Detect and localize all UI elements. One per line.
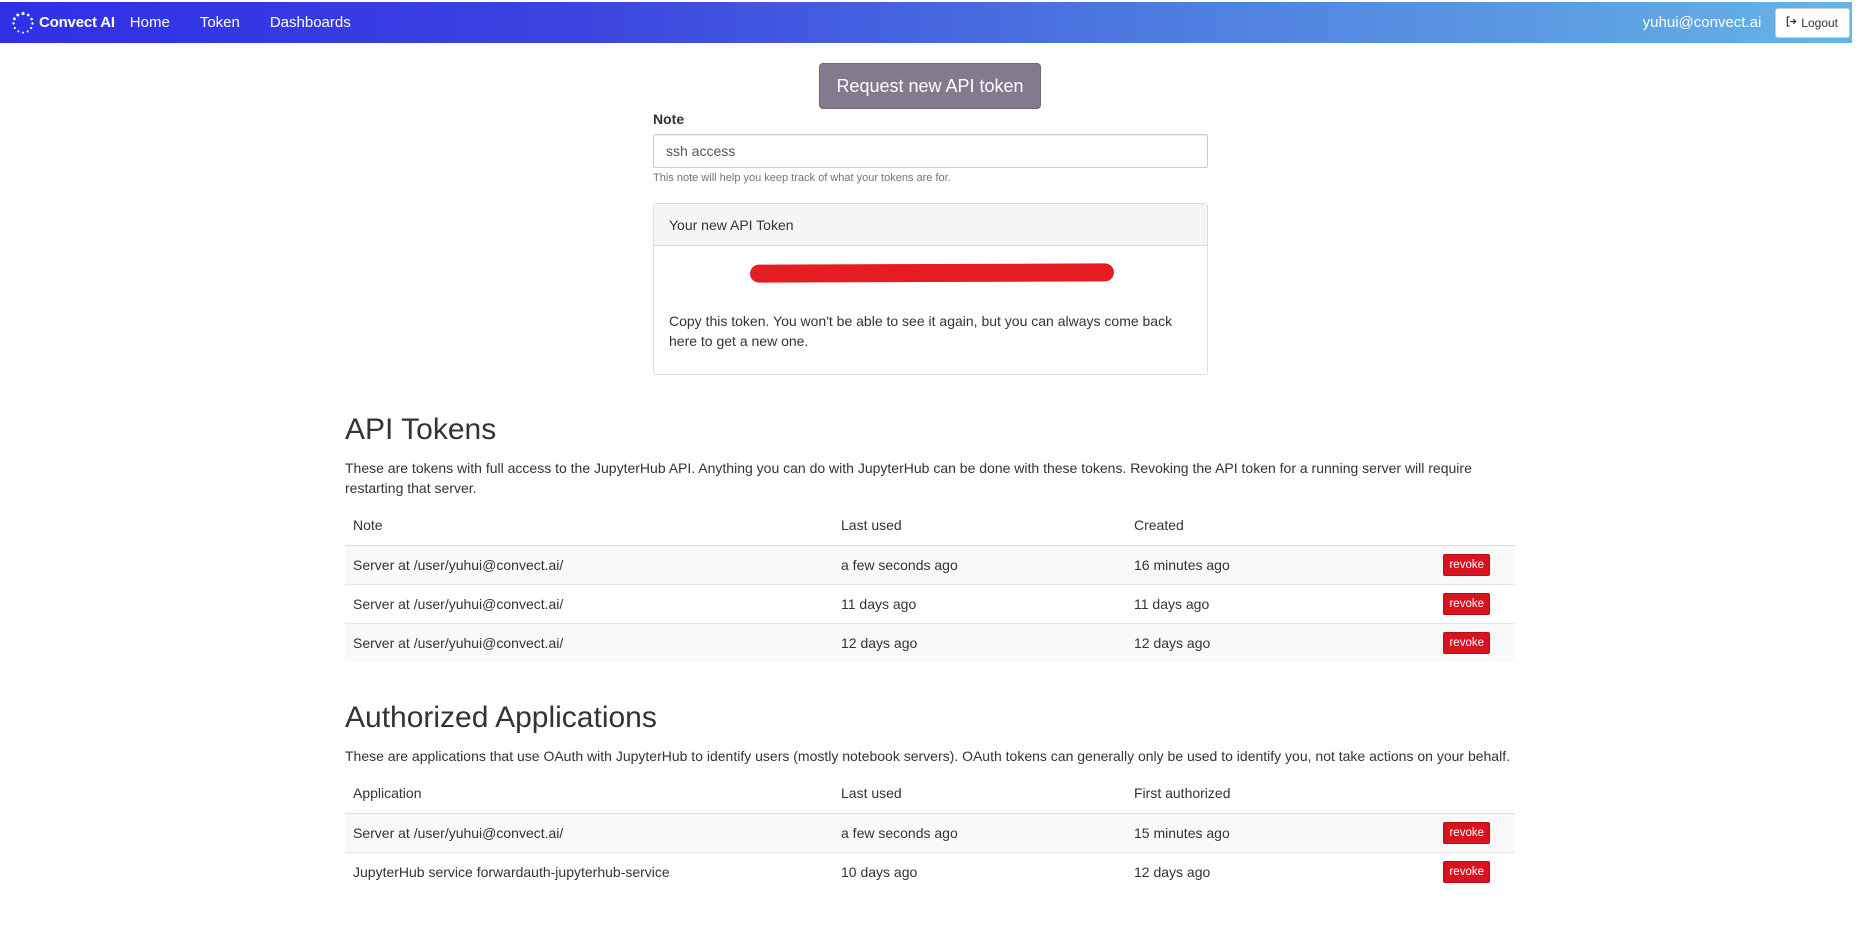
token-note: Server at /user/yuhui@convect.ai/: [345, 544, 833, 584]
token-created: 12 days ago: [1126, 622, 1426, 662]
column-header-last-used: Last used: [833, 776, 1126, 814]
api-tokens-table: Note Last used Created Server at /user/y…: [345, 508, 1515, 662]
token-action-cell: revoke: [1426, 583, 1515, 623]
token-note: Server at /user/yuhui@convect.ai/: [345, 583, 833, 623]
brand-home-link[interactable]: Convect AI: [11, 2, 115, 43]
authorized-apps-table: Application Last used First authorized S…: [345, 776, 1515, 891]
authorized-apps-section: Authorized Applications These are applic…: [345, 700, 1515, 891]
app-action-cell: revoke: [1426, 851, 1515, 891]
revoke-button[interactable]: revoke: [1443, 553, 1490, 576]
api-tokens-title: API Tokens: [345, 413, 497, 446]
column-header-action: [1426, 508, 1515, 546]
redacted-token-value: [749, 263, 1115, 283]
logout-button[interactable]: Logout: [1775, 7, 1850, 38]
note-help-text: This note will help you keep track of wh…: [653, 172, 951, 184]
sign-out-icon: [1786, 15, 1797, 30]
brand-name: Convect AI: [39, 14, 115, 31]
request-new-token-button[interactable]: Request new API token: [819, 63, 1041, 109]
app-action-cell: revoke: [1426, 812, 1515, 852]
token-last-used: 11 days ago: [833, 583, 1126, 623]
note-input[interactable]: [653, 134, 1208, 168]
column-header-last-used: Last used: [833, 508, 1126, 546]
logout-label: Logout: [1801, 15, 1838, 30]
authorized-apps-title: Authorized Applications: [345, 701, 657, 734]
revoke-button[interactable]: revoke: [1443, 860, 1490, 883]
token-action-cell: revoke: [1426, 544, 1515, 584]
table-row: JupyterHub service forwardauth-jupyterhu…: [345, 851, 1515, 891]
column-header-first-authorized: First authorized: [1126, 776, 1426, 814]
convect-logo-icon: [12, 11, 34, 34]
column-header-action: [1426, 776, 1515, 814]
api-tokens-description: These are tokens with full access to the…: [345, 460, 1472, 496]
token-last-used: a few seconds ago: [833, 544, 1126, 584]
token-created: 11 days ago: [1126, 583, 1426, 623]
app-name: JupyterHub service forwardauth-jupyterhu…: [345, 851, 833, 891]
app-first-authorized: 15 minutes ago: [1126, 812, 1426, 852]
table-row: Server at /user/yuhui@convect.ai/ 11 day…: [345, 583, 1515, 623]
column-header-created: Created: [1126, 508, 1426, 546]
table-row: Server at /user/yuhui@convect.ai/ a few …: [345, 544, 1515, 584]
column-header-note: Note: [345, 508, 833, 546]
table-row: Server at /user/yuhui@convect.ai/ a few …: [345, 812, 1515, 852]
revoke-button[interactable]: revoke: [1443, 821, 1490, 844]
column-header-application: Application: [345, 776, 833, 814]
nav-link-token[interactable]: Token: [185, 14, 255, 31]
top-navbar: Convect AI Home Token Dashboards yuhui@c…: [0, 2, 1852, 43]
nav-link-home[interactable]: Home: [130, 14, 185, 31]
app-name: Server at /user/yuhui@convect.ai/: [345, 812, 833, 852]
app-last-used: 10 days ago: [833, 851, 1126, 891]
revoke-button[interactable]: revoke: [1443, 592, 1490, 615]
api-tokens-section: API Tokens These are tokens with full ac…: [345, 412, 1515, 662]
table-header-row: Note Last used Created: [345, 508, 1515, 546]
new-token-instructions: Copy this token. You won't be able to se…: [669, 313, 1173, 349]
revoke-button[interactable]: revoke: [1443, 631, 1490, 654]
token-created: 16 minutes ago: [1126, 544, 1426, 584]
authorized-apps-description: These are applications that use OAuth wi…: [345, 748, 1510, 764]
new-token-heading: Your new API Token: [654, 204, 1207, 246]
nav-link-dashboards[interactable]: Dashboards: [255, 14, 366, 31]
app-last-used: a few seconds ago: [833, 812, 1126, 852]
nav-user-email[interactable]: yuhui@convect.ai: [1643, 14, 1762, 31]
nav-links: Home Token Dashboards: [130, 14, 366, 31]
app-first-authorized: 12 days ago: [1126, 851, 1426, 891]
new-token-panel: Your new API Token Copy this token. You …: [653, 203, 1208, 375]
table-row: Server at /user/yuhui@convect.ai/ 12 day…: [345, 622, 1515, 662]
token-note: Server at /user/yuhui@convect.ai/: [345, 622, 833, 662]
note-label: Note: [653, 111, 685, 127]
token-last-used: 12 days ago: [833, 622, 1126, 662]
nav-right: yuhui@convect.ai Logout: [1643, 7, 1852, 38]
token-action-cell: revoke: [1426, 622, 1515, 662]
table-header-row: Application Last used First authorized: [345, 776, 1515, 814]
